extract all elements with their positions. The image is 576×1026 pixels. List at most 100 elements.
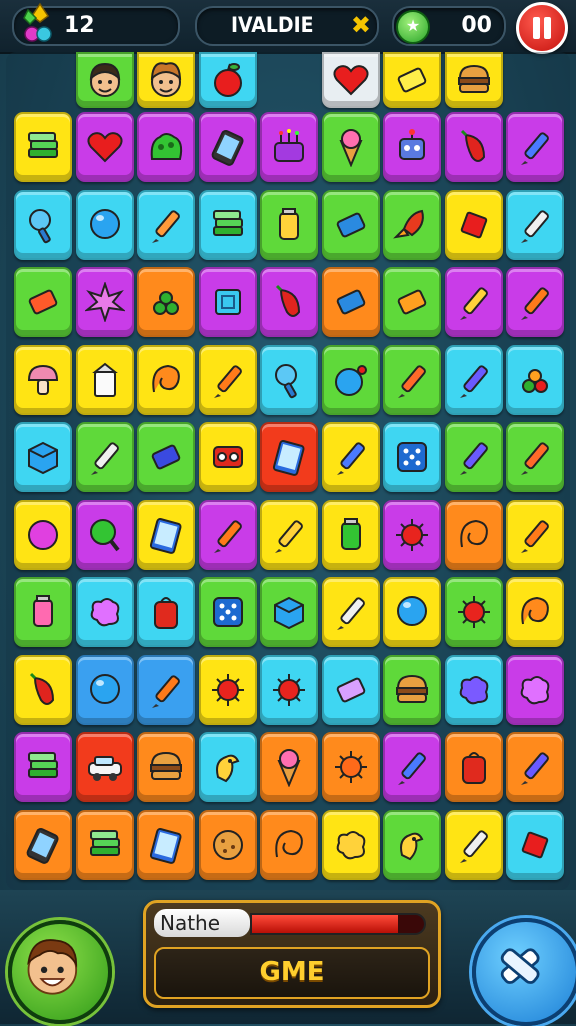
tile-cup[interactable]	[14, 577, 72, 647]
game-button[interactable]: GME	[154, 947, 430, 999]
tile-crayon[interactable]	[506, 732, 564, 802]
tile-bomb[interactable]	[321, 344, 380, 415]
tile-book[interactable]	[75, 809, 134, 880]
tile-bird[interactable]	[198, 732, 257, 802]
pause-button[interactable]	[516, 2, 568, 54]
tile-chili[interactable]	[260, 267, 318, 337]
tile-bottle[interactable]	[444, 267, 503, 337]
tile-backpack[interactable]	[444, 732, 503, 802]
tile-robot[interactable]	[383, 112, 441, 182]
tile-mushroom[interactable]	[14, 344, 72, 415]
tile-swirl[interactable]	[444, 499, 503, 570]
tile-swirl[interactable]	[137, 344, 195, 415]
tile-pen[interactable]	[506, 112, 564, 182]
tile-cube[interactable]	[14, 422, 72, 492]
tile-phone[interactable]	[198, 112, 257, 182]
tile-carrot[interactable]	[506, 267, 564, 337]
tile-smiley-blob[interactable]	[321, 809, 380, 880]
tile-brick[interactable]	[14, 267, 72, 337]
tile-marker[interactable]	[506, 422, 564, 492]
tile-balloon[interactable]	[75, 189, 134, 260]
tile-boy-face[interactable]	[75, 52, 134, 108]
tile-carrot[interactable]	[198, 499, 257, 570]
tile-heart[interactable]	[75, 112, 134, 182]
tile-carrot[interactable]	[137, 654, 195, 725]
tile-eraser[interactable]	[321, 189, 380, 260]
tile-red-gem[interactable]	[506, 809, 564, 880]
tile-battery[interactable]	[260, 189, 318, 260]
tile-dice[interactable]	[383, 422, 441, 492]
tile-curly-boy-face[interactable]	[137, 52, 195, 108]
tile-ice-cream-cone[interactable]	[321, 112, 380, 182]
tile-burger[interactable]	[444, 52, 503, 108]
tile-carrot[interactable]	[506, 499, 564, 570]
tile-magnifier[interactable]	[260, 344, 318, 415]
tile-burger[interactable]	[383, 654, 441, 725]
tile-pen[interactable]	[383, 732, 441, 802]
tile-balloon[interactable]	[75, 654, 134, 725]
tile-brush[interactable]	[444, 809, 503, 880]
tile-apple[interactable]	[198, 52, 257, 108]
shuffle-button[interactable]	[472, 918, 576, 1026]
tile-carrot[interactable]	[198, 344, 257, 415]
tile-virus[interactable]	[260, 654, 318, 725]
tile-sun[interactable]	[321, 732, 380, 802]
tile-ball[interactable]	[14, 499, 72, 570]
tile-backpack[interactable]	[137, 577, 195, 647]
tile-bottle[interactable]	[260, 499, 318, 570]
tile-eraser[interactable]	[321, 267, 380, 337]
tile-dice[interactable]	[198, 577, 257, 647]
tile-pencil[interactable]	[137, 189, 195, 260]
tile-soap[interactable]	[321, 654, 380, 725]
tile-virus[interactable]	[198, 654, 257, 725]
tile-ice-cream-cone[interactable]	[260, 732, 318, 802]
tile-slime[interactable]	[137, 112, 195, 182]
tile-crayon[interactable]	[444, 344, 503, 415]
tile-heart[interactable]	[321, 52, 380, 108]
tile-cookie[interactable]	[198, 809, 257, 880]
tile-cash-stack[interactable]	[14, 112, 72, 182]
tile-rocket[interactable]	[383, 189, 441, 260]
tile-bird[interactable]	[383, 809, 441, 880]
tile-pen[interactable]	[321, 422, 380, 492]
tile-crayon[interactable]	[444, 422, 503, 492]
tile-chili[interactable]	[444, 112, 503, 182]
tile-candy-bar[interactable]	[137, 422, 195, 492]
tile-blob[interactable]	[506, 654, 564, 725]
tile-brush[interactable]	[321, 577, 380, 647]
tile-note-card[interactable]	[383, 52, 441, 108]
tile-brush[interactable]	[506, 189, 564, 260]
tile-lollipop[interactable]	[75, 499, 134, 570]
tile-pincushion[interactable]	[260, 112, 318, 182]
tile-phone[interactable]	[14, 809, 72, 880]
tile-tablet[interactable]	[260, 422, 318, 492]
tile-blob[interactable]	[75, 577, 134, 647]
tile-milk-carton[interactable]	[75, 344, 134, 415]
tile-books[interactable]	[198, 189, 257, 260]
tile-swirl[interactable]	[260, 809, 318, 880]
tile-virus[interactable]	[383, 499, 441, 570]
tile-card[interactable]	[383, 267, 441, 337]
tile-red-gem[interactable]	[444, 189, 503, 260]
tile-tablet[interactable]	[137, 499, 195, 570]
tile-marker[interactable]	[383, 344, 441, 415]
tile-fruit-pile[interactable]	[506, 344, 564, 415]
tile-magnifier[interactable]	[14, 189, 72, 260]
tile-brush[interactable]	[75, 422, 134, 492]
tile-grapes[interactable]	[137, 267, 195, 337]
tile-toy-robot[interactable]	[198, 422, 257, 492]
tile-balloon[interactable]	[383, 577, 441, 647]
tile-burger[interactable]	[137, 732, 195, 802]
tile-virus[interactable]	[444, 577, 503, 647]
player-avatar-button[interactable]	[8, 920, 112, 1024]
tile-puzzle-piece[interactable]	[444, 654, 503, 725]
tile-tablet[interactable]	[137, 809, 195, 880]
tile-jar[interactable]	[321, 499, 380, 570]
tile-book[interactable]	[14, 732, 72, 802]
tile-chili[interactable]	[14, 654, 72, 725]
tile-swirl[interactable]	[506, 577, 564, 647]
tile-car[interactable]	[75, 732, 134, 802]
tile-puzzle[interactable]	[198, 267, 257, 337]
tile-burst[interactable]	[75, 267, 134, 337]
tile-cube[interactable]	[260, 577, 318, 647]
